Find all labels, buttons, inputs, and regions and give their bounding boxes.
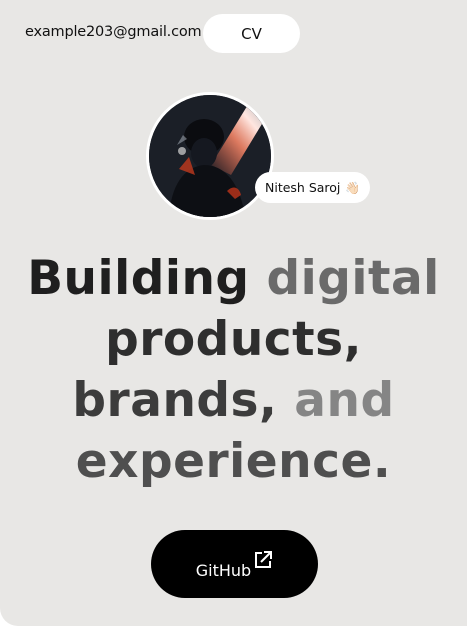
- headline-word: Building: [27, 251, 250, 306]
- page: example203@gmail.com CV Nitesh Saroj 👋🏻 …: [0, 0, 467, 626]
- name-badge: Nitesh Saroj 👋🏻: [255, 172, 371, 203]
- github-label: GitHub: [195, 560, 252, 580]
- email-link[interactable]: example203@gmail.com: [25, 24, 202, 40]
- avatar: [146, 92, 274, 220]
- waving-hand-icon: 👋🏻: [345, 180, 361, 195]
- headline-word: products,: [105, 312, 362, 367]
- cv-button[interactable]: CV: [203, 14, 300, 53]
- headline-word: and: [294, 373, 395, 428]
- external-link-icon: [253, 550, 273, 570]
- headline-word: experience.: [75, 434, 392, 489]
- hero-headline: Building digital products, brands, and e…: [0, 248, 467, 492]
- avatar-portrait-image: [149, 95, 271, 217]
- headline-word: digital: [266, 251, 440, 306]
- profile-name: Nitesh Saroj: [265, 180, 341, 195]
- headline-word: brands,: [72, 373, 278, 428]
- github-button[interactable]: GitHub: [151, 530, 318, 598]
